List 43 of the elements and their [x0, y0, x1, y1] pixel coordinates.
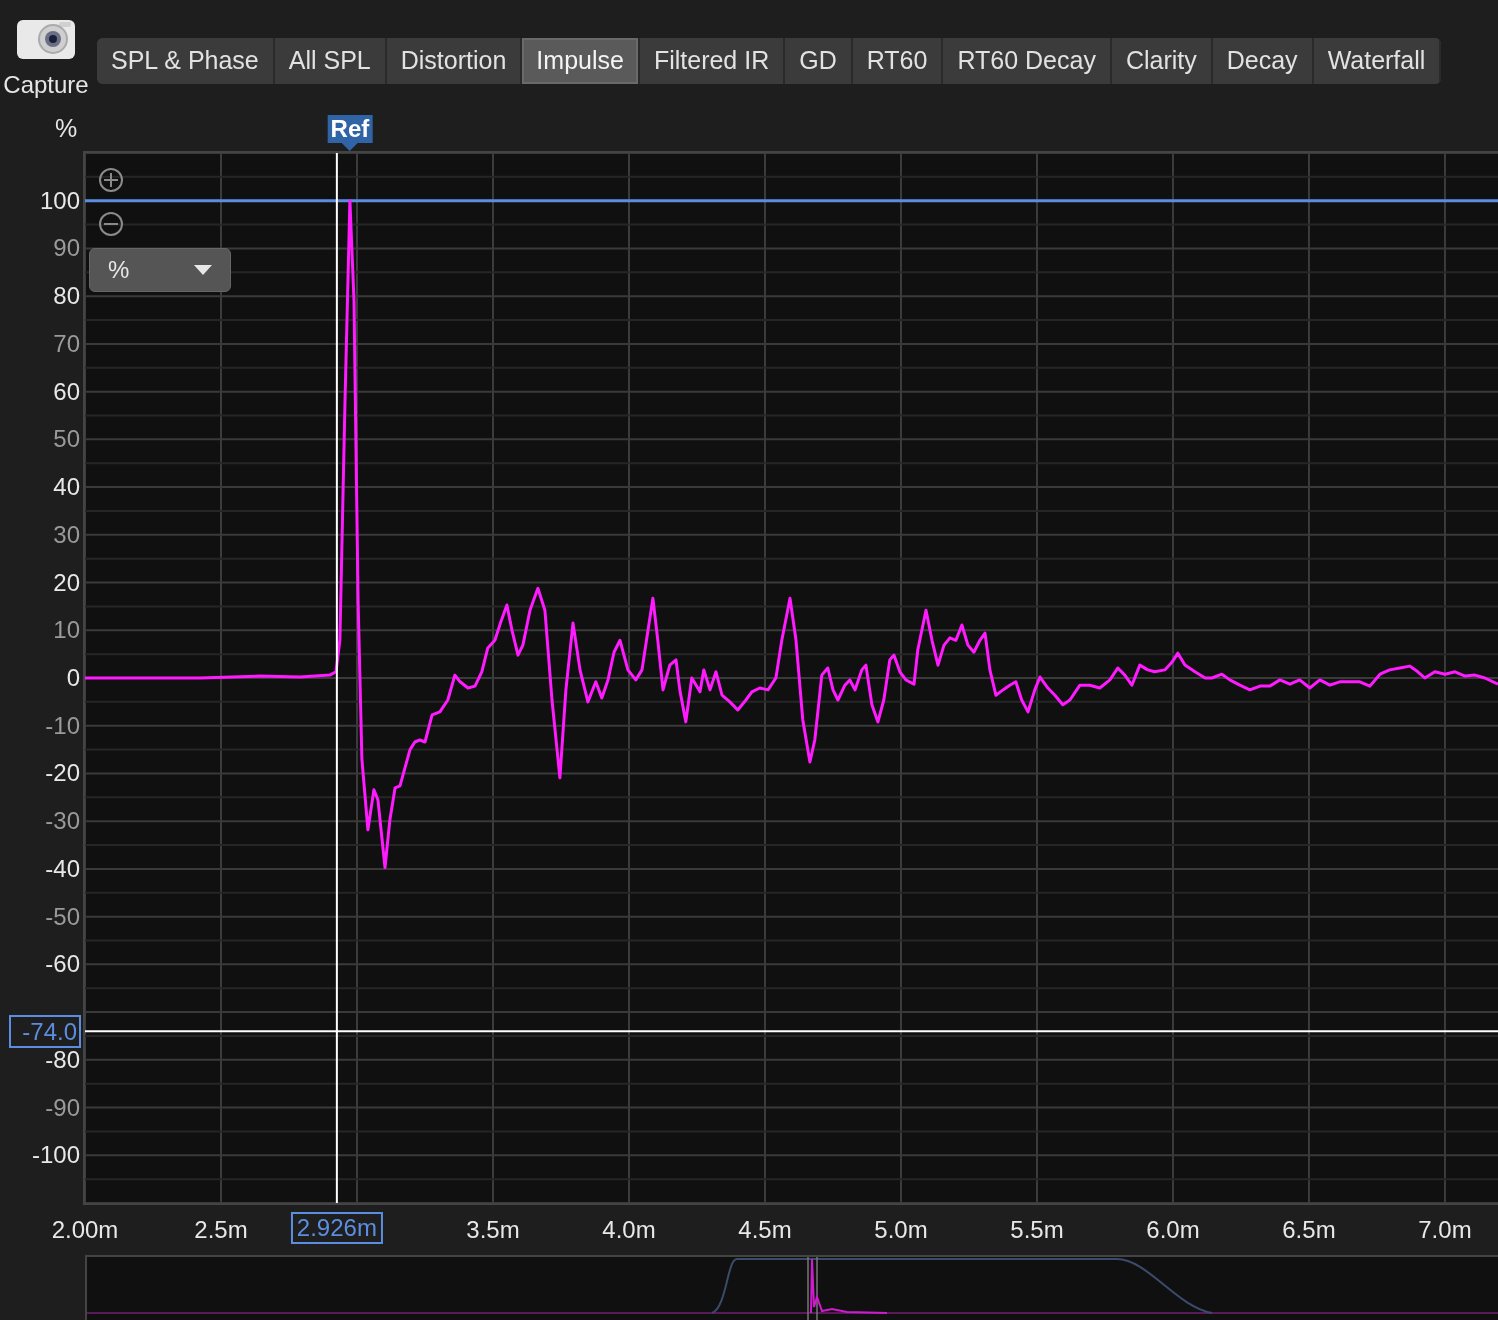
zoom-out-icon[interactable]	[98, 211, 124, 237]
cursor-line[interactable]	[335, 153, 338, 1203]
axis-tick-label: 5.5m	[1010, 1218, 1064, 1242]
axis-tick-label: 0	[66, 666, 80, 690]
cursor-y-readout: -74.0	[9, 1015, 81, 1049]
axis-tick-label: -10	[45, 713, 80, 738]
axis-tick-label: -50	[45, 904, 80, 929]
unit-dropdown[interactable]: %	[89, 248, 231, 292]
axis-tick-label: 10	[53, 618, 80, 643]
axis-tick-label: 40	[53, 475, 80, 500]
capture-label[interactable]: Capture	[3, 73, 89, 97]
camera-icon	[15, 17, 77, 61]
axis-tick-label: -90	[45, 1095, 80, 1120]
axis-tick-label: 4.0m	[602, 1218, 656, 1242]
axis-tick-label: -100	[31, 1143, 80, 1168]
axis-tick-label: 2.00m	[51, 1218, 119, 1242]
axis-tick-label: 7.0m	[1418, 1218, 1472, 1242]
axis-tick-label: -30	[45, 809, 80, 834]
axis-tick-label: 50	[53, 427, 80, 452]
axis-tick-label: -60	[45, 952, 80, 977]
axis-tick-label: -20	[45, 761, 80, 786]
axis-tick-label: 60	[53, 379, 80, 404]
axis-tick-label: 6.0m	[1146, 1218, 1200, 1242]
caret-icon	[194, 265, 212, 275]
axis-tick-label: 3.5m	[466, 1218, 520, 1242]
cursor-line[interactable]	[85, 1030, 1498, 1033]
tab[interactable]: Impulse	[522, 38, 640, 84]
y-axis-unit: %	[55, 116, 78, 141]
zoom-in-icon[interactable]	[98, 167, 124, 193]
axis-tick-label: 2.5m	[194, 1218, 248, 1242]
cursor-x-readout: 2.926m	[290, 1212, 383, 1244]
axis-tick-label: 90	[53, 236, 80, 261]
axis-tick-label: 70	[53, 331, 80, 356]
axis-tick-label: 20	[53, 570, 80, 595]
axis-tick-label: -80	[45, 1047, 80, 1072]
tab[interactable]: SPL & Phase	[97, 38, 275, 84]
axis-tick-label: 80	[53, 284, 80, 309]
axis-tick-label: 4.5m	[738, 1218, 792, 1242]
axis-tick-label: -40	[45, 856, 80, 881]
axis-tick-label: 5.0m	[874, 1218, 928, 1242]
axis-tick-label: 100	[39, 188, 80, 213]
axis-tick-label: 30	[53, 522, 80, 547]
axis-tick-label: 6.5m	[1282, 1218, 1336, 1242]
